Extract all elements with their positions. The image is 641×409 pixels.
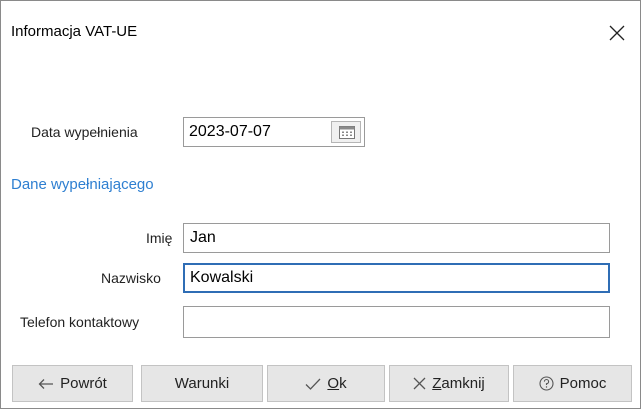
help-button[interactable]: Pomoc — [513, 365, 632, 402]
calendar-button[interactable] — [331, 121, 361, 143]
button-bar: Powrót Warunki Ok Zamknij Pomoc — [1, 356, 640, 408]
question-circle-icon — [539, 376, 554, 391]
close-icon — [609, 25, 625, 41]
dialog-window: Informacja VAT-UE Data wypełnienia 2023-… — [0, 0, 641, 409]
window-close-button[interactable] — [594, 1, 640, 45]
date-field[interactable]: 2023-07-07 — [183, 117, 365, 147]
conditions-button-label: Warunki — [174, 375, 230, 392]
close-button[interactable]: Zamknij — [389, 365, 509, 402]
date-value[interactable]: 2023-07-07 — [189, 123, 271, 141]
first-name-label: Imię — [146, 230, 173, 246]
checkmark-icon — [305, 378, 321, 390]
close-button-label: Zamknij — [432, 375, 485, 392]
phone-input[interactable] — [183, 306, 610, 338]
ok-button-label: Ok — [327, 375, 347, 392]
help-button-label: Pomoc — [559, 375, 607, 392]
first-name-input[interactable] — [183, 223, 610, 253]
arrow-left-icon — [38, 378, 54, 390]
back-button[interactable]: Powrót — [12, 365, 133, 402]
last-name-label: Nazwisko — [101, 270, 161, 286]
back-button-label: Powrót — [60, 375, 107, 392]
ok-button[interactable]: Ok — [267, 365, 385, 402]
dialog-title: Informacja VAT-UE — [11, 23, 138, 40]
calendar-icon — [339, 126, 355, 139]
phone-label: Telefon kontaktowy — [20, 314, 140, 330]
section-title-filler-data: Dane wypełniającego — [11, 176, 154, 193]
date-label: Data wypełnienia — [31, 124, 138, 140]
last-name-input[interactable] — [183, 263, 610, 293]
x-icon — [413, 377, 426, 390]
title-bar: Informacja VAT-UE — [1, 1, 640, 45]
conditions-button[interactable]: Warunki — [141, 365, 263, 402]
